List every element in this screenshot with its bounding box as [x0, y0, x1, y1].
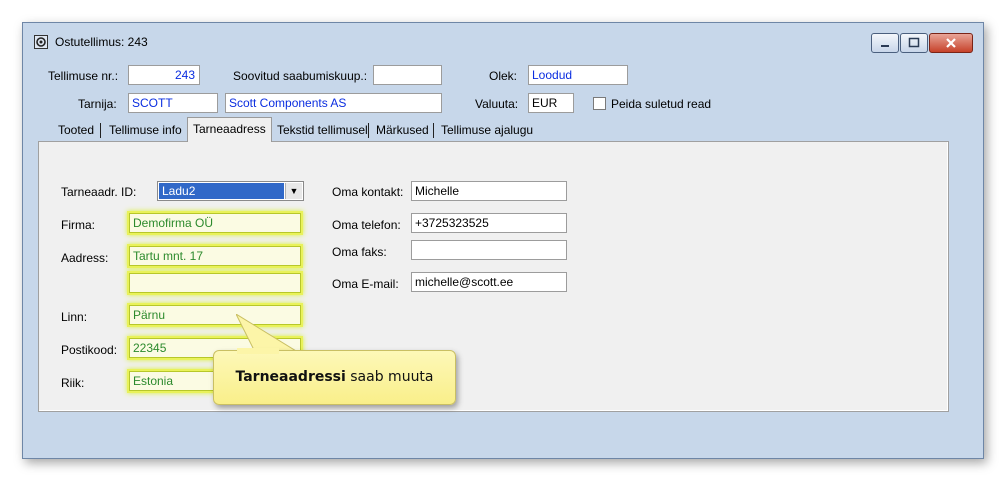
maximize-button[interactable]: [900, 33, 928, 53]
tab-notes[interactable]: Märkused: [371, 120, 434, 140]
delivery-id-dropdown[interactable]: Ladu2 ▼: [157, 181, 304, 201]
address-label: Aadress:: [61, 251, 109, 265]
tab-order-history[interactable]: Tellimuse ajalugu: [436, 120, 538, 140]
supplier-name-field[interactable]: Scott Components AS: [225, 93, 442, 113]
tab-separator: [433, 123, 434, 138]
app-gear-icon: [34, 35, 48, 49]
delivery-id-value: Ladu2: [159, 183, 284, 199]
address-line1-field[interactable]: Tartu mnt. 17: [129, 246, 301, 266]
hide-closed-checkbox[interactable]: [593, 97, 606, 110]
window-title: Ostutellimus: 243: [55, 35, 148, 49]
company-label: Firma:: [61, 218, 95, 232]
tab-separator: [368, 123, 369, 138]
own-phone-field[interactable]: +3725323525: [411, 213, 567, 233]
order-no-field[interactable]: 243: [128, 65, 200, 85]
callout-bold-text: Tarneaadressi: [235, 369, 346, 385]
minimize-icon: [881, 45, 889, 47]
address-line2-field[interactable]: [129, 273, 301, 293]
close-icon: [946, 38, 956, 48]
own-email-field[interactable]: michelle@scott.ee: [411, 272, 567, 292]
postcode-label: Postikood:: [61, 343, 118, 357]
tab-separator: [100, 123, 101, 138]
close-button[interactable]: [929, 33, 973, 53]
supplier-code-field[interactable]: SCOTT: [128, 93, 218, 113]
callout-rest-text: saab muuta: [345, 369, 434, 385]
chevron-down-icon[interactable]: ▼: [285, 183, 302, 199]
arrival-date-label: Soovitud saabumiskuup.:: [233, 69, 368, 83]
country-label: Riik:: [61, 376, 85, 390]
status-label: Olek:: [489, 69, 518, 83]
supplier-label: Tarnija:: [78, 97, 117, 111]
delivery-id-label: Tarneaadr. ID:: [61, 185, 137, 199]
callout-pointer-joint: [237, 348, 279, 354]
currency-field[interactable]: EUR: [528, 93, 574, 113]
own-fax-label: Oma faks:: [332, 245, 387, 259]
order-no-label: Tellimuse nr.:: [48, 69, 119, 83]
own-contact-field[interactable]: Michelle: [411, 181, 567, 201]
tab-products[interactable]: Tooted: [53, 120, 99, 140]
city-label: Linn:: [61, 310, 88, 324]
tab-delivery-address[interactable]: Tarneaadress: [187, 117, 272, 142]
own-phone-label: Oma telefon:: [332, 218, 401, 232]
callout-text: Tarneaadressi saab muuta: [214, 351, 455, 404]
own-email-label: Oma E-mail:: [332, 277, 399, 291]
maximize-icon: [908, 37, 920, 48]
title-bar[interactable]: Ostutellimus: 243: [23, 23, 983, 55]
own-fax-field[interactable]: [411, 240, 567, 260]
status-field[interactable]: Loodud: [528, 65, 628, 85]
own-contact-label: Oma kontakt:: [332, 185, 404, 199]
company-field[interactable]: Demofirma OÜ: [129, 213, 301, 233]
tab-order-texts[interactable]: Tekstid tellimusel: [272, 120, 373, 140]
arrival-date-field[interactable]: [373, 65, 442, 85]
tab-order-info[interactable]: Tellimuse info: [104, 120, 187, 140]
hide-closed-label: Peida suletud read: [611, 97, 712, 111]
currency-label: Valuuta:: [475, 97, 519, 111]
minimize-button[interactable]: [871, 33, 899, 53]
callout-tooltip: Tarneaadressi saab muuta: [213, 350, 456, 405]
